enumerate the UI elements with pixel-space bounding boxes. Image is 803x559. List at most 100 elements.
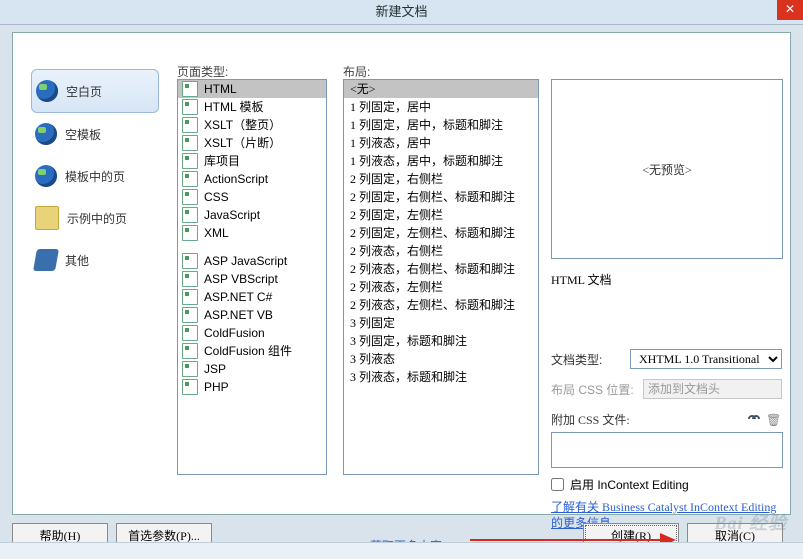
file-icon — [182, 189, 198, 205]
layout-item[interactable]: 3 列固定，标题和脚注 — [344, 332, 538, 350]
layoutcss-label: 布局 CSS 位置: — [551, 381, 643, 398]
layout-item[interactable]: 3 列液态 — [344, 350, 538, 368]
page-type-label: ASP.NET VB — [204, 306, 273, 324]
layout-item[interactable]: 3 列液态，标题和脚注 — [344, 368, 538, 386]
incontext-row: 启用 InContext Editing — [551, 476, 782, 493]
file-icon — [182, 271, 198, 287]
page-type-item[interactable]: ColdFusion — [178, 324, 326, 342]
incontext-check-label: 启用 InContext Editing — [570, 476, 689, 493]
page-type-item[interactable]: HTML — [178, 80, 326, 98]
layout-item[interactable]: 2 列液态，右侧栏、标题和脚注 — [344, 260, 538, 278]
page-type-label: PHP — [204, 378, 229, 396]
file-icon — [182, 379, 198, 395]
category-item-4[interactable]: 其他 — [31, 239, 159, 281]
layout-item[interactable]: 3 列固定 — [344, 314, 538, 332]
globe-icon — [35, 123, 57, 145]
close-button[interactable]: ✕ — [777, 0, 803, 20]
other-icon — [33, 249, 59, 271]
titlebar[interactable]: 新建文档 ✕ — [0, 0, 803, 25]
page-type-label: XSLT（片断） — [204, 134, 281, 152]
layout-item[interactable]: 2 列固定，右侧栏、标题和脚注 — [344, 188, 538, 206]
annotation-arrow — [470, 539, 660, 541]
trash-icon[interactable]: 🗑 — [766, 413, 782, 425]
category-item-2[interactable]: 模板中的页 — [31, 155, 159, 197]
page-type-item[interactable]: ActionScript — [178, 170, 326, 188]
page-type-item[interactable]: ASP.NET C# — [178, 288, 326, 306]
page-type-list[interactable]: HTMLHTML 模板XSLT（整页）XSLT（片断）库项目ActionScri… — [177, 79, 327, 475]
new-document-dialog: 新建文档 ✕ 空白页空模板模板中的页示例中的页其他 页面类型: 布局: HTML… — [0, 0, 803, 559]
file-icon — [182, 171, 198, 187]
layoutcss-row: 布局 CSS 位置: 添加到文档头 — [551, 378, 782, 400]
page-type-label: ColdFusion 组件 — [204, 342, 292, 360]
category-pane: 空白页空模板模板中的页示例中的页其他 — [31, 69, 159, 470]
layout-item[interactable]: 2 列液态，右侧栏 — [344, 242, 538, 260]
category-label: 其他 — [65, 252, 89, 269]
page-type-label: ColdFusion — [204, 324, 265, 342]
doctype-row: 文档类型: XHTML 1.0 Transitional — [551, 348, 782, 370]
category-item-3[interactable]: 示例中的页 — [31, 197, 159, 239]
layout-header: 布局: — [343, 63, 370, 80]
file-icon — [182, 289, 198, 305]
page-type-item[interactable]: CSS — [178, 188, 326, 206]
page-type-label: XSLT（整页） — [204, 116, 281, 134]
file-icon — [182, 361, 198, 377]
layout-item[interactable]: 2 列液态，左侧栏 — [344, 278, 538, 296]
globe-icon — [35, 165, 57, 187]
taskbar-sliver — [0, 542, 803, 559]
file-icon — [182, 343, 198, 359]
category-label: 模板中的页 — [65, 168, 125, 185]
doctype-label: 文档类型: — [551, 351, 630, 368]
page-type-item[interactable]: ASP VBScript — [178, 270, 326, 288]
right-column: <无预览> HTML 文档 文档类型: XHTML 1.0 Transition… — [551, 79, 782, 506]
file-icon — [182, 253, 198, 269]
layout-item[interactable]: 1 列液态，居中 — [344, 134, 538, 152]
layoutcss-select: 添加到文档头 — [643, 379, 782, 399]
page-type-label: ASP JavaScript — [204, 252, 287, 270]
layout-item[interactable]: 2 列液态，左侧栏、标题和脚注 — [344, 296, 538, 314]
file-icon — [182, 325, 198, 341]
page-type-item[interactable]: ASP.NET VB — [178, 306, 326, 324]
page-type-item[interactable]: XML — [178, 224, 326, 242]
link-icon[interactable] — [746, 413, 762, 425]
page-type-label: JavaScript — [204, 206, 260, 224]
layout-item[interactable]: 2 列固定，左侧栏 — [344, 206, 538, 224]
layout-item[interactable]: 1 列固定，居中 — [344, 98, 538, 116]
file-icon — [182, 117, 198, 133]
page-type-label: ActionScript — [204, 170, 268, 188]
page-type-item[interactable]: JavaScript — [178, 206, 326, 224]
doc-label: HTML 文档 — [551, 271, 782, 288]
attachcss-box[interactable] — [551, 432, 783, 468]
layout-item[interactable]: <无> — [344, 80, 538, 98]
file-icon — [182, 307, 198, 323]
page-type-item[interactable]: PHP — [178, 378, 326, 396]
page-type-header: 页面类型: — [177, 63, 228, 80]
category-label: 空白页 — [66, 83, 102, 100]
page-type-item[interactable]: 库项目 — [178, 152, 326, 170]
page-type-label: ASP.NET C# — [204, 288, 272, 306]
page-type-item[interactable]: JSP — [178, 360, 326, 378]
file-icon — [182, 135, 198, 151]
page-type-label: XML — [204, 224, 229, 242]
page-type-item[interactable]: XSLT（片断） — [178, 134, 326, 152]
layoutcss-value: 添加到文档头 — [648, 382, 720, 396]
doctype-select[interactable]: XHTML 1.0 Transitional — [630, 349, 782, 369]
page-type-item[interactable]: ASP JavaScript — [178, 252, 326, 270]
layout-item[interactable]: 1 列固定，居中，标题和脚注 — [344, 116, 538, 134]
file-icon — [182, 225, 198, 241]
layout-item[interactable]: 2 列固定，左侧栏、标题和脚注 — [344, 224, 538, 242]
page-type-label: HTML — [204, 80, 237, 98]
category-item-1[interactable]: 空模板 — [31, 113, 159, 155]
layout-item[interactable]: 2 列固定，右侧栏 — [344, 170, 538, 188]
globe-icon — [36, 80, 58, 102]
category-item-0[interactable]: 空白页 — [31, 69, 159, 113]
page-type-label: 库项目 — [204, 152, 240, 170]
page-type-label: JSP — [204, 360, 226, 378]
layout-list[interactable]: <无>1 列固定，居中1 列固定，居中，标题和脚注1 列液态，居中1 列液态，居… — [343, 79, 539, 475]
page-type-item[interactable]: HTML 模板 — [178, 98, 326, 116]
incontext-checkbox[interactable] — [551, 478, 564, 491]
page-type-item[interactable]: ColdFusion 组件 — [178, 342, 326, 360]
layout-item[interactable]: 1 列液态，居中，标题和脚注 — [344, 152, 538, 170]
page-type-item[interactable]: XSLT（整页） — [178, 116, 326, 134]
attachcss-label: 附加 CSS 文件: — [551, 411, 643, 428]
folder-icon — [35, 206, 59, 230]
